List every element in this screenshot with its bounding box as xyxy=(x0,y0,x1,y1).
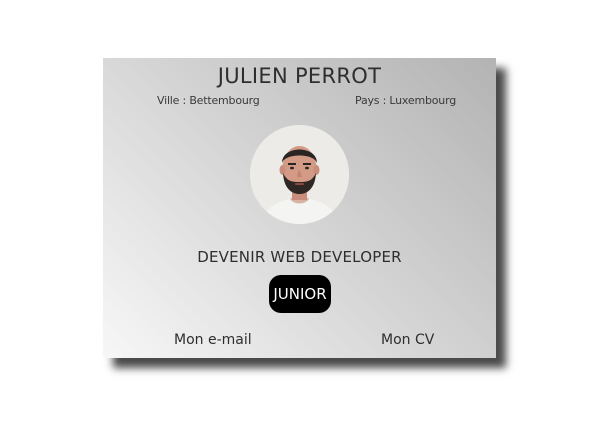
profile-city: Ville : Bettembourg xyxy=(157,94,260,107)
profile-card: JULIEN PERROT Ville : Bettembourg Pays :… xyxy=(103,58,496,358)
avatar xyxy=(250,125,349,224)
profile-headline: DEVENIR WEB DEVELOPER xyxy=(197,248,402,266)
cv-link[interactable]: Mon CV xyxy=(381,332,434,348)
profile-country: Pays : Luxembourg xyxy=(355,94,456,107)
avatar-photo xyxy=(250,125,349,224)
profile-name: JULIEN PERROT xyxy=(217,64,382,88)
junior-badge-button[interactable]: JUNIOR xyxy=(269,275,331,313)
page: JULIEN PERROT Ville : Bettembourg Pays :… xyxy=(0,0,605,431)
email-link[interactable]: Mon e-mail xyxy=(174,332,252,348)
